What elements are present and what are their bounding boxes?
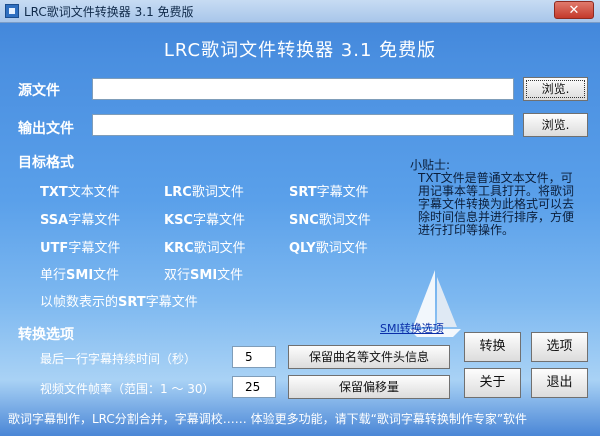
about-button[interactable]: 关于 [464, 368, 521, 398]
smi-options-link[interactable]: SMI转换选项 [380, 320, 444, 336]
format-code: SRT [289, 185, 317, 200]
format-suffix: 文件 [217, 268, 244, 283]
format-code: LRC [164, 185, 192, 200]
format-srt-frames[interactable]: 以帧数表示的SRT字幕文件 [40, 291, 198, 310]
format-code: QLY [289, 241, 316, 256]
tips-text: TXT文件是普通文本文件，可用记事本等工具打开。将歌词字幕文件转换为此格式可以去… [418, 171, 575, 237]
format-code: TXT [40, 185, 68, 200]
format-suffix: 字幕文件 [145, 295, 198, 310]
app-window: LRC歌词文件转换器 3.1 免费版 ✕ LRC歌词文件转换器 3.1 免费版 … [0, 0, 600, 436]
keep-header-toggle[interactable]: 保留曲名等文件头信息 [288, 345, 450, 369]
target-format-label: 目标格式 [18, 155, 74, 171]
format-smi-single[interactable]: 单行SMI文件 [40, 264, 119, 283]
format-snc[interactable]: SNC歌词文件 [289, 209, 371, 228]
format-code: SSA [40, 213, 69, 228]
window-title: LRC歌词文件转换器 3.1 免费版 [24, 5, 194, 19]
format-srt[interactable]: SRT字幕文件 [289, 181, 369, 200]
format-suffix: 字幕文件 [68, 213, 121, 228]
format-smi-double[interactable]: 双行SMI文件 [164, 264, 243, 283]
fps-label: 视频文件帧率（范围：1 ～ 30） [40, 382, 215, 396]
format-lrc[interactable]: LRC歌词文件 [164, 181, 244, 200]
app-heading: LRC歌词文件转换器 3.1 免费版 [163, 40, 437, 61]
format-code: KSC [164, 213, 193, 228]
source-file-input[interactable] [92, 78, 514, 100]
format-utf[interactable]: UTF字幕文件 [40, 237, 120, 256]
source-file-label: 源文件 [18, 83, 60, 99]
last-line-duration-input[interactable]: 5 [232, 346, 276, 368]
convert-options-label: 转换选项 [18, 327, 74, 343]
fps-input[interactable]: 25 [232, 376, 276, 398]
format-prefix: 单行 [40, 268, 67, 283]
format-code: SNC [289, 213, 319, 228]
format-suffix: 文件 [93, 268, 120, 283]
exit-button[interactable]: 退出 [531, 368, 588, 398]
footer-promo-text[interactable]: 歌词字幕制作，LRC分割合并，字幕调校…… 体验更多功能，请下载“歌词字幕转换制… [8, 410, 527, 427]
format-prefix: 以帧数表示的 [40, 295, 119, 310]
format-suffix: 字幕文件 [316, 185, 369, 200]
format-prefix: 双行 [164, 268, 191, 283]
source-browse-button[interactable]: 浏览. [523, 77, 588, 101]
format-suffix: 字幕文件 [192, 213, 245, 228]
close-button[interactable]: ✕ [554, 1, 594, 19]
output-browse-button[interactable]: 浏览. [523, 113, 588, 137]
format-code: SMI [190, 268, 218, 283]
app-icon [5, 4, 19, 18]
format-suffix: 歌词文件 [193, 241, 246, 256]
format-qly[interactable]: QLY歌词文件 [289, 237, 368, 256]
footer-bar[interactable]: 歌词字幕制作，LRC分割合并，字幕调校…… 体验更多功能，请下载“歌词字幕转换制… [0, 406, 600, 436]
format-suffix: 文本文件 [67, 185, 120, 200]
output-file-input[interactable] [92, 114, 514, 136]
options-button[interactable]: 选项 [531, 332, 588, 362]
output-file-label: 输出文件 [18, 121, 74, 137]
title-bar[interactable]: LRC歌词文件转换器 3.1 免费版 ✕ [0, 0, 600, 23]
format-suffix: 歌词文件 [318, 213, 371, 228]
keep-offset-toggle[interactable]: 保留偏移量 [288, 375, 450, 399]
format-code: SRT [118, 295, 146, 310]
convert-button[interactable]: 转换 [464, 332, 521, 362]
format-krc[interactable]: KRC歌词文件 [164, 237, 246, 256]
format-suffix: 字幕文件 [68, 241, 121, 256]
last-line-duration-label: 最后一行字幕持续时间（秒） [40, 352, 197, 366]
format-ksc[interactable]: KSC字幕文件 [164, 209, 245, 228]
format-ssa[interactable]: SSA字幕文件 [40, 209, 120, 228]
format-code: UTF [40, 241, 69, 256]
format-code: KRC [164, 241, 194, 256]
format-txt[interactable]: TXT文本文件 [40, 181, 120, 200]
format-suffix: 歌词文件 [191, 185, 244, 200]
format-suffix: 歌词文件 [315, 241, 368, 256]
format-code: SMI [66, 268, 94, 283]
